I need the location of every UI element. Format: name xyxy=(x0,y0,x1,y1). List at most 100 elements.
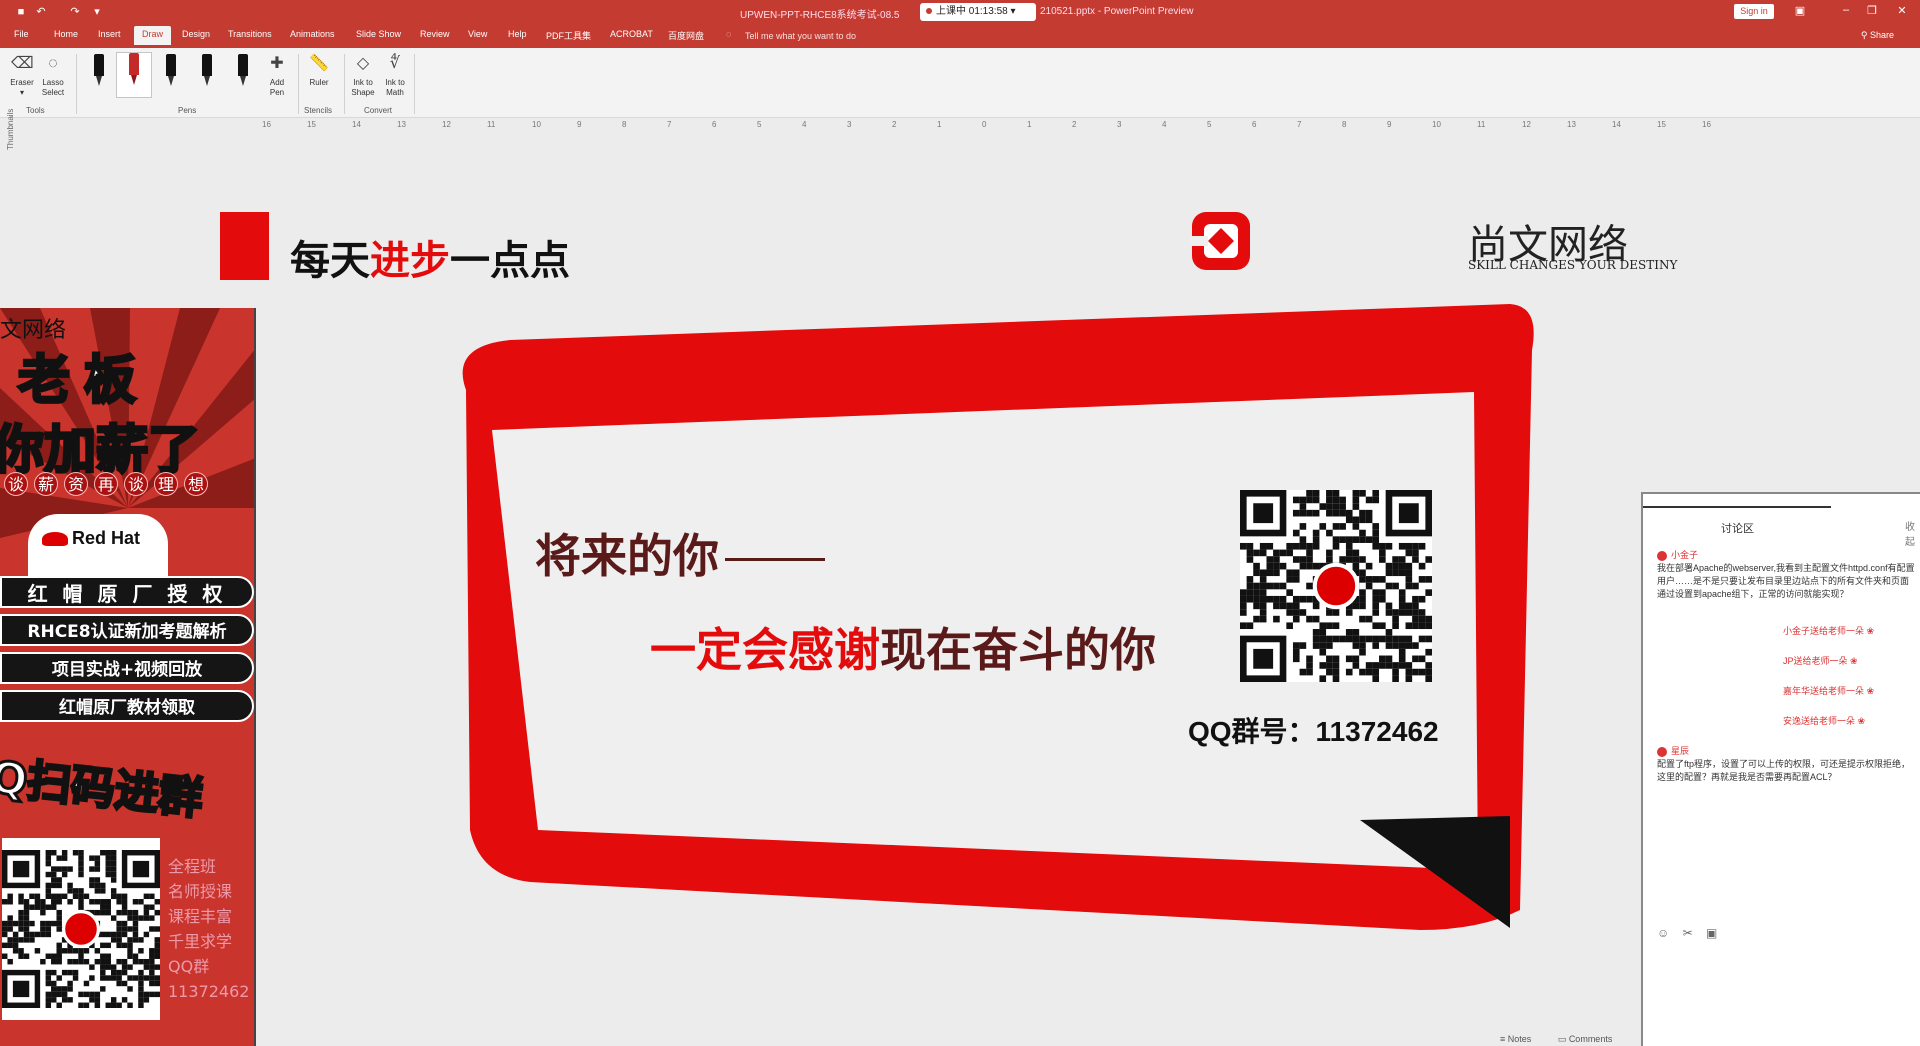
tab-animations[interactable]: Animations xyxy=(290,29,335,39)
brand-logo-icon xyxy=(1190,212,1250,270)
undo-icon[interactable]: ↶ xyxy=(34,5,48,19)
slogan-part: 每天 xyxy=(290,238,370,284)
tab-view[interactable]: View xyxy=(468,29,487,39)
customize-qat-icon[interactable]: ▾ xyxy=(90,5,104,19)
ribbon-draw: ⌫ Eraser ▾ ◌ Lasso Select Tools ✚ Add Pen Pe… xyxy=(0,48,1920,118)
sign-in-button[interactable]: Sign in xyxy=(1734,4,1774,19)
group-label-stencils: Stencils xyxy=(304,106,333,115)
tell-me-search[interactable]: Tell me what you want to do xyxy=(745,31,856,41)
tab-baidu-pan[interactable]: 百度网盘 xyxy=(668,29,704,42)
tab-transitions[interactable]: Transitions xyxy=(228,29,272,39)
ink-to-math-label: Ink to Math xyxy=(385,78,405,97)
dash-line xyxy=(725,558,825,561)
ad-headline-1: 老板 xyxy=(16,350,151,413)
thumbnails-pane-label[interactable]: Thumbnails xyxy=(6,109,15,150)
ink-to-shape-button[interactable]: ◇ Ink to Shape xyxy=(348,52,378,98)
minimize-icon[interactable]: – xyxy=(1836,4,1856,16)
group-label-tools: Tools xyxy=(26,106,45,115)
ad-bar-rhce8: RHCE8认证新加考题解析 xyxy=(0,614,254,646)
quote-line-2: 一定会感谢现在奋斗的你 xyxy=(650,614,1156,680)
group-separator xyxy=(344,54,345,114)
lightbulb-icon: ◌ xyxy=(726,29,732,39)
discussion-toolbar: ☺ ✂ ▣ xyxy=(1657,926,1727,940)
ruler-tick-label: 0 xyxy=(982,120,987,129)
panel-collapse-link[interactable]: 收起 xyxy=(1905,518,1920,548)
ink-to-shape-label: Ink to Shape xyxy=(351,78,375,97)
tab-help[interactable]: Help xyxy=(508,29,527,39)
ad-qq-join-text: Q扫码进群 xyxy=(0,750,207,826)
ad-bar-projects: 项目实战+视频回放 xyxy=(0,652,254,684)
quote-highlight: 一定会感谢 xyxy=(650,623,880,677)
redhat-hat-icon xyxy=(42,532,68,547)
ad-circle-char: 谈 xyxy=(4,472,28,496)
comments-button[interactable]: ▭ Comments xyxy=(1558,1034,1625,1044)
tab-file[interactable]: File xyxy=(14,29,29,39)
ad-qr-code-image xyxy=(2,838,160,1020)
ruler-tick-label: 8 xyxy=(622,120,627,129)
tab-design[interactable]: Design xyxy=(182,29,210,39)
tab-insert[interactable]: Insert xyxy=(98,29,121,39)
save-icon[interactable]: ■ xyxy=(14,5,28,19)
ribbon-display-icon[interactable]: ▣ xyxy=(1790,4,1810,17)
ruler-tick-label: 4 xyxy=(1162,120,1167,129)
tab-slide-show[interactable]: Slide Show xyxy=(356,29,401,39)
recording-indicator[interactable]: 上课中 01:13:58 ▾ xyxy=(920,3,1036,21)
redo-icon[interactable]: ↷ xyxy=(68,5,82,19)
gift-notice: JP送给老师一朵 ❀ xyxy=(1783,656,1858,666)
ruler-tick-label: 15 xyxy=(1657,120,1666,129)
person-icon: ⚲ xyxy=(1860,30,1870,40)
notes-button[interactable]: ≡ Notes xyxy=(1500,1034,1543,1044)
recording-timer: 上课中 01:13:58 xyxy=(936,6,1008,17)
ruler-icon: 📏 xyxy=(309,55,329,72)
ad-side-line: 11372462 xyxy=(168,982,250,1001)
close-icon[interactable]: ✕ xyxy=(1892,4,1912,17)
pen-red-selected[interactable] xyxy=(116,52,152,98)
pen-black-1[interactable] xyxy=(88,54,110,94)
discussion-title: 讨论区 xyxy=(1721,523,1754,535)
tab-draw[interactable]: Draw xyxy=(134,26,172,45)
tab-home[interactable]: Home xyxy=(54,29,78,39)
group-separator xyxy=(298,54,299,114)
ink-to-math-button[interactable]: ∜ Ink to Math xyxy=(380,52,410,98)
ruler-tick-label: 15 xyxy=(307,120,316,129)
tab-review[interactable]: Review xyxy=(420,29,450,39)
ruler-tick-label: 8 xyxy=(1342,120,1347,129)
ruler-tick-label: 9 xyxy=(577,120,582,129)
pen-black-4[interactable] xyxy=(232,54,254,94)
group-label-convert: Convert xyxy=(364,106,393,115)
ad-bar-authorized: 红 帽 原 厂 授 权 xyxy=(0,576,254,608)
author-name: 小金子 xyxy=(1671,550,1699,560)
eraser-icon: ⌫ xyxy=(11,55,34,72)
pen-black-3[interactable] xyxy=(196,54,218,94)
promo-ad-panel: 文网络 老板 你加薪了 谈薪资再谈理想 Red Hat 红 帽 原 厂 授 权 … xyxy=(0,308,256,1046)
eraser-button[interactable]: ⌫ Eraser ▾ xyxy=(8,52,36,98)
ruler-button[interactable]: 📏 Ruler xyxy=(304,52,334,88)
quote-text: 将来的你 xyxy=(535,529,719,583)
ruler-tick-label: 7 xyxy=(667,120,672,129)
ad-side-line: 课程丰富 xyxy=(168,907,233,926)
tab-acrobat[interactable]: ACROBAT xyxy=(610,29,653,39)
ruler-tick-label: 3 xyxy=(847,120,852,129)
ruler-tick-label: 12 xyxy=(1522,120,1531,129)
author-name: 星辰 xyxy=(1671,746,1690,756)
ruler-tick-label: 11 xyxy=(487,120,496,129)
ruler-tick-label: 10 xyxy=(1432,120,1441,129)
qq-group-number: QQ群号：11372462 xyxy=(1188,716,1439,747)
ruler-tick-label: 6 xyxy=(1252,120,1257,129)
slide-accent-bar xyxy=(220,212,269,280)
emoji-icon[interactable]: ☺ xyxy=(1657,926,1669,940)
maximize-icon[interactable]: ❐ xyxy=(1862,4,1882,17)
share-button[interactable]: ⚲ Share xyxy=(1861,30,1894,41)
gift-notice: 小金子送给老师一朵 ❀ xyxy=(1783,626,1875,636)
scissors-icon[interactable]: ✂ xyxy=(1683,926,1693,940)
add-pen-button[interactable]: ✚ Add Pen xyxy=(264,52,290,98)
tab-pdf-tools[interactable]: PDF工具集 xyxy=(546,29,591,42)
lasso-select-button[interactable]: ◌ Lasso Select xyxy=(38,52,68,98)
eraser-label: Eraser xyxy=(10,78,34,87)
group-label-pens: Pens xyxy=(178,106,197,115)
image-icon[interactable]: ▣ xyxy=(1706,926,1717,940)
ruler-tick-label: 14 xyxy=(1612,120,1621,129)
add-icon: ✚ xyxy=(270,55,284,72)
lasso-label: Lasso Select xyxy=(41,78,65,97)
pen-black-2[interactable] xyxy=(160,54,182,94)
